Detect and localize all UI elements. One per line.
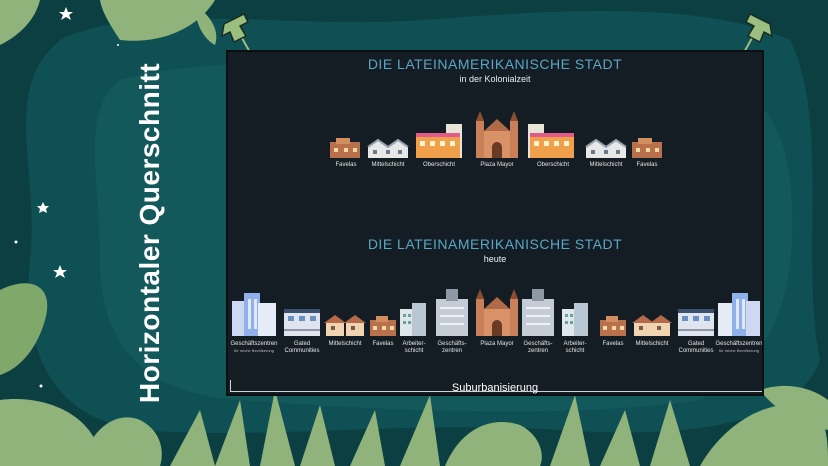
gated-community-icon [284, 309, 320, 336]
colonial-label-oberschicht-left: Oberschicht [422, 162, 456, 168]
modern-buildings [232, 289, 760, 336]
modern-label-business-right: Geschäftszentren für reiche Bevölkerung [715, 341, 763, 353]
modern-label-favelas-left: Favelas [372, 341, 394, 347]
colonial-title: DIE LATEINAMERIKANISCHE STADT [367, 56, 623, 72]
gated-community-icon [678, 309, 714, 336]
modern-label-geschaeft-left: Geschäfts-zentren [437, 341, 467, 354]
modern-label-favelas-right: Favelas [602, 341, 624, 347]
business-center-icon [522, 289, 554, 336]
colonial-buildings [330, 111, 662, 158]
modern-label-gated-right: Gated Communities [678, 341, 714, 354]
modern-label-plaza-mayor: Plaza Mayor [480, 341, 514, 347]
business-tower-icon [718, 293, 760, 336]
modern-label-business-left: Geschäftszentren für reiche Bevölkerung [230, 341, 278, 353]
colonial-label-favelas-right: Favelas [636, 162, 658, 168]
modern-label-gated-left: Gated Communities [284, 341, 320, 354]
colonial-label-mittelschicht-left: Mittelschicht [371, 162, 405, 168]
colonial-label-favelas-left: Favelas [335, 162, 357, 168]
middle-class-house-icon [632, 315, 672, 336]
favela-building-icon [330, 138, 360, 158]
vertical-slide-title: Horizontaler Querschnitt [134, 62, 165, 404]
colonial-label-mittelschicht-right: Mittelschicht [589, 162, 623, 168]
business-center-icon [436, 289, 468, 336]
favela-building-icon [370, 316, 396, 336]
upper-class-building-icon [528, 124, 574, 158]
favela-building-icon [632, 138, 662, 158]
plaza-mayor-church-icon [476, 111, 518, 158]
middle-class-house-icon [367, 138, 409, 158]
middle-class-house-icon [324, 315, 366, 336]
upper-class-building-icon [416, 124, 462, 158]
colonial-subtitle: in der Kolonialzeit [459, 74, 531, 84]
working-class-building-icon [562, 303, 588, 336]
slide-panel: DIE LATEINAMERIKANISCHE STADT in der Kol… [226, 50, 764, 396]
middle-class-house-icon [585, 138, 627, 158]
suburbanization-label: Suburbanisierung [451, 382, 539, 394]
modern-subtitle: heute [483, 254, 507, 264]
working-class-building-icon [400, 303, 426, 336]
modern-label-arbeiter-left: Arbeiter-schicht [402, 341, 426, 354]
colonial-label-oberschicht-right: Oberschicht [536, 162, 570, 168]
modern-label-geschaeft-right: Geschäfts-zentren [523, 341, 553, 354]
favela-building-icon [600, 316, 626, 336]
modern-label-mittelschicht-right: Mittelschicht [635, 341, 669, 347]
modern-label-arbeiter-right: Arbeiter-schicht [563, 341, 587, 354]
colonial-label-plaza-mayor: Plaza Mayor [480, 162, 514, 168]
modern-title: DIE LATEINAMERIKANISCHE STADT [367, 236, 623, 252]
business-tower-icon [232, 293, 276, 336]
modern-label-mittelschicht-left: Mittelschicht [328, 341, 362, 347]
plaza-mayor-church-icon [476, 289, 518, 336]
